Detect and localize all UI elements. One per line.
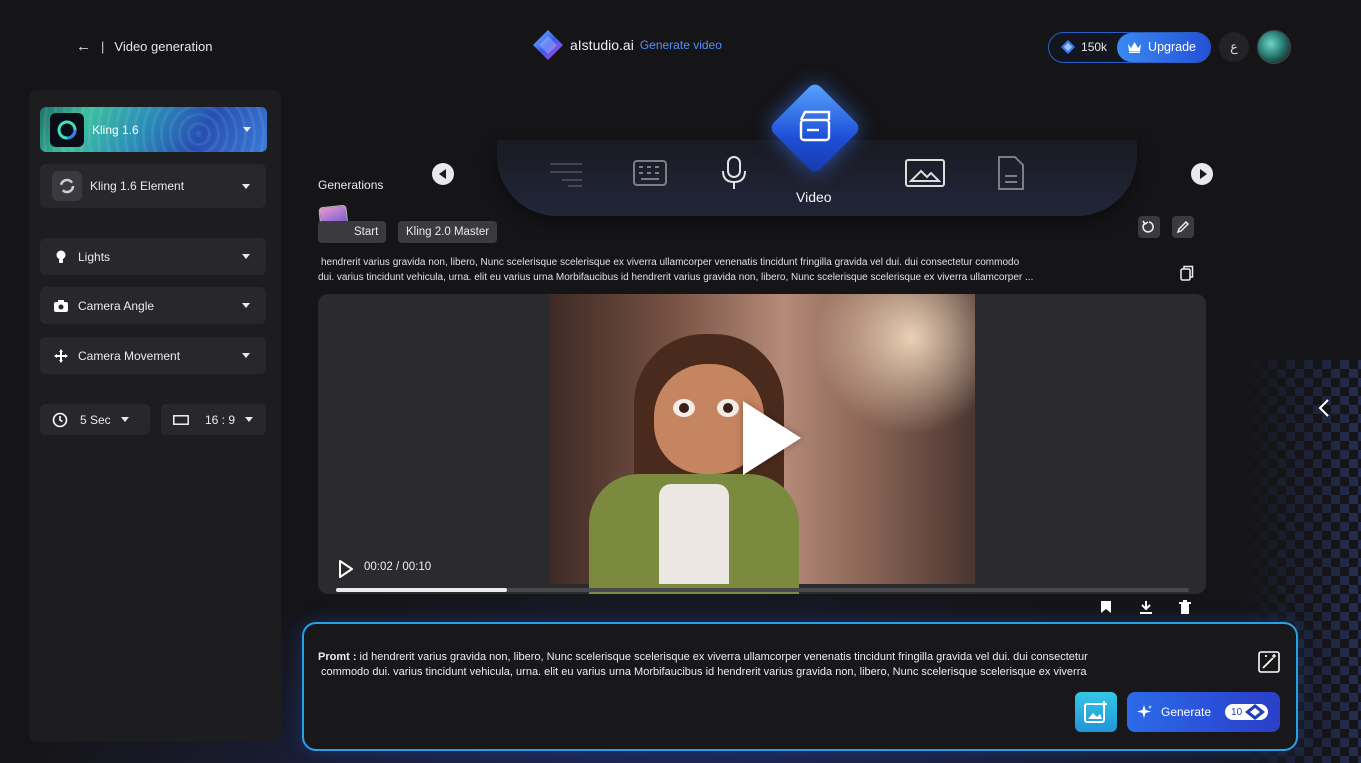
duration-label: 5 Sec: [80, 412, 111, 427]
play-overlay-icon[interactable]: [743, 401, 801, 475]
model-selector[interactable]: Kling 1.6: [40, 107, 267, 152]
pencil-icon: [1176, 220, 1190, 234]
chevron-down-icon: [242, 303, 250, 308]
carousel-next-button[interactable]: [1191, 163, 1213, 185]
start-chip-label: Start: [354, 226, 379, 238]
camera-angle-label: Camera Angle: [78, 298, 155, 313]
regenerate-button[interactable]: [1138, 216, 1160, 238]
bookmark-icon[interactable]: [1100, 600, 1112, 614]
move-icon: [52, 348, 70, 363]
language-button[interactable]: ع: [1219, 32, 1249, 62]
image-icon[interactable]: [905, 159, 945, 187]
duration-selector[interactable]: 5 Sec: [40, 404, 150, 435]
gem-icon: [1245, 704, 1266, 720]
character-shirt: [659, 484, 729, 584]
document-icon[interactable]: [997, 156, 1025, 190]
chevron-down-icon: [243, 127, 251, 132]
credits-pill[interactable]: 150k Upgrade: [1048, 31, 1211, 63]
language-glyph: ع: [1230, 39, 1238, 54]
element-icon: [52, 171, 82, 201]
prompt-text-line-2: commodo dui. varius tincidunt vehicula, …: [321, 666, 1087, 678]
video-player[interactable]: 00:02 / 00:10: [318, 294, 1206, 594]
play-icon[interactable]: [338, 560, 354, 578]
element-label: Kling 1.6 Element: [90, 179, 185, 193]
prompt-preview: hendrerit varius gravida non, libero, Nu…: [318, 255, 1118, 285]
ratio-label: 16 : 9: [205, 412, 236, 427]
ratio-selector[interactable]: 16 : 9: [161, 404, 266, 435]
header-right: 150k Upgrade ع: [1048, 30, 1291, 64]
page-header-left: ← | Video generation: [76, 38, 212, 55]
camera-angle-selector[interactable]: Camera Angle: [40, 287, 266, 324]
microphone-icon[interactable]: [721, 156, 747, 190]
generate-cost-badge: 10: [1225, 704, 1269, 720]
triangle-right-icon: [1199, 169, 1207, 179]
camera-movement-label: Camera Movement: [78, 348, 181, 363]
brand-gem-icon: [533, 30, 563, 60]
chevron-down-icon: [245, 417, 254, 422]
prompt-input[interactable]: Promt : id hendrerit varius gravida non,…: [318, 650, 1218, 680]
magic-wand-icon: [1258, 651, 1280, 673]
enhance-prompt-button[interactable]: [1256, 649, 1282, 675]
chevron-down-icon: [242, 254, 250, 259]
character-eye: [717, 399, 739, 417]
copy-icon[interactable]: [1180, 265, 1194, 281]
upgrade-label: Upgrade: [1148, 40, 1196, 54]
avatar[interactable]: [1257, 30, 1291, 64]
clock-icon: [52, 412, 68, 427]
clapperboard-icon: [799, 110, 831, 142]
progress-bar[interactable]: [336, 588, 1189, 592]
prompt-input-box[interactable]: Promt : id hendrerit varius gravida non,…: [302, 622, 1298, 751]
chevron-down-icon: [242, 184, 250, 189]
credits-count: 150k: [1081, 40, 1108, 54]
bulb-icon: [52, 250, 70, 264]
generations-label: Generations: [318, 178, 384, 192]
playback-time: 00:02 / 00:10: [364, 561, 432, 573]
brand-subtitle: Generate video: [639, 38, 722, 52]
element-selector[interactable]: Kling 1.6 Element: [40, 164, 266, 208]
prompt-preview-line-2: dui. varius tincidunt vehicula, urna. el…: [318, 272, 1034, 283]
image-add-icon: [1084, 701, 1107, 723]
chevron-left-icon[interactable]: [1318, 398, 1330, 418]
back-arrow-icon[interactable]: ←: [76, 38, 91, 55]
sparkle-icon: [1137, 705, 1152, 718]
text-icon[interactable]: [548, 158, 584, 188]
progress-fill: [336, 588, 507, 592]
aspect-ratio-icon: [173, 414, 189, 425]
settings-sidebar: Kling 1.6 Kling 1.6 Element Lights Camer…: [29, 90, 281, 742]
header-separator: |: [101, 39, 105, 54]
model-label: Kling 1.6: [92, 122, 139, 137]
lights-selector[interactable]: Lights: [40, 238, 266, 275]
lights-label: Lights: [78, 249, 111, 264]
edit-button[interactable]: [1172, 216, 1194, 238]
chevron-down-icon: [242, 353, 250, 358]
generate-cost: 10: [1231, 706, 1243, 718]
camera-icon: [52, 299, 70, 312]
chevron-down-icon: [120, 417, 129, 422]
brand-name: aIstudio.ai: [570, 37, 634, 53]
upgrade-button[interactable]: Upgrade: [1117, 32, 1210, 62]
add-image-button[interactable]: [1075, 692, 1117, 732]
refresh-icon: [1142, 220, 1154, 233]
kling-logo-icon: [50, 112, 84, 147]
model-chip[interactable]: Kling 2.0 Master: [398, 221, 498, 243]
prompt-label: Promt :: [318, 651, 357, 663]
generate-button[interactable]: Generate 10: [1127, 692, 1280, 732]
trash-icon[interactable]: [1179, 600, 1191, 614]
triangle-left-icon: [438, 169, 446, 179]
generate-label: Generate: [1161, 705, 1212, 719]
camera-movement-selector[interactable]: Camera Movement: [40, 337, 266, 374]
credits-gem-icon: [1061, 40, 1076, 54]
crown-icon: [1128, 42, 1142, 53]
download-icon[interactable]: [1139, 600, 1153, 614]
prompt-preview-line-1: hendrerit varius gravida non, libero, Nu…: [321, 257, 1020, 268]
prompt-text-line-1: id hendrerit varius gravida non, libero,…: [356, 651, 1088, 663]
page-title: Video generation: [114, 39, 213, 54]
brand-logo[interactable]: aIstudio.ai Generate video: [532, 29, 722, 61]
start-chip[interactable]: Start: [318, 221, 387, 243]
model-chip-label: Kling 2.0 Master: [406, 226, 490, 238]
keyboard-icon[interactable]: [633, 160, 667, 186]
character-eye: [673, 399, 695, 417]
active-tab-label: Video: [796, 189, 832, 205]
carousel-prev-button[interactable]: [432, 163, 454, 185]
